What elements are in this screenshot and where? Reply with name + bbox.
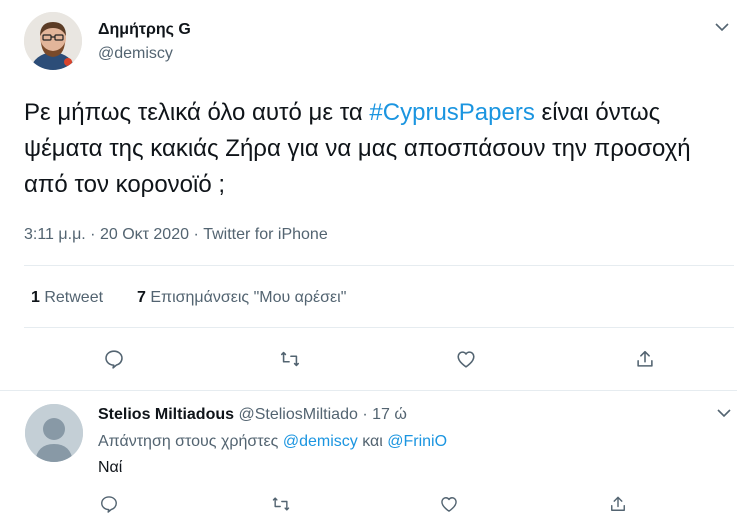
reply-author-name[interactable]: Stelios Miltiadous (98, 406, 234, 423)
chevron-down-icon[interactable] (713, 18, 731, 41)
hashtag-link[interactable]: #CyprusPapers (369, 99, 534, 126)
reply-avatar[interactable] (25, 404, 83, 462)
share-button[interactable] (605, 491, 631, 517)
reply-button[interactable] (101, 346, 127, 372)
retweet-arrows-icon (272, 497, 290, 511)
share-upload-icon (611, 496, 625, 511)
retweet-count: 1 (31, 289, 40, 306)
chevron-down-icon[interactable] (715, 404, 733, 427)
mention-link[interactable]: @demiscy (283, 433, 358, 450)
retweet-stat[interactable]: 1 Retweet (31, 289, 103, 307)
retweet-button[interactable] (268, 491, 294, 517)
replying-to-prefix: Απάντηση στους χρήστες (98, 433, 283, 450)
heart-icon (457, 351, 475, 368)
author-name[interactable]: Δημήτρης G (98, 21, 191, 39)
share-button[interactable] (632, 346, 658, 372)
tweet-timestamp[interactable]: 3:11 μ.μ. · 20 Οκτ 2020 · Twitter for iP… (24, 226, 328, 244)
speech-bubble-icon (101, 496, 117, 513)
reply-author-handle[interactable]: @SteliosMiltiado (238, 406, 357, 423)
reply-time[interactable]: · 17 ώ (362, 406, 407, 423)
replying-to: Απάντηση στους χρήστες @demiscy και @Fri… (98, 433, 447, 451)
like-button[interactable] (453, 346, 479, 372)
share-upload-icon (637, 350, 653, 367)
speech-bubble-icon (105, 350, 123, 369)
heart-icon (441, 497, 457, 512)
divider (24, 265, 734, 266)
author-handle[interactable]: @demiscy (98, 45, 173, 63)
reply-header: Stelios Miltiadous @SteliosMiltiado · 17… (98, 406, 407, 424)
reply-text: Ναί (98, 459, 123, 476)
like-label: Επισημάνσεις "Μου αρέσει" (145, 289, 347, 306)
retweet-button[interactable] (277, 346, 303, 372)
author-avatar[interactable] (24, 12, 82, 70)
like-button[interactable] (436, 491, 462, 517)
mention-link[interactable]: @FriniO (387, 433, 447, 450)
divider (24, 327, 734, 328)
retweet-label: Retweet (39, 289, 104, 306)
reply-button[interactable] (96, 491, 122, 517)
retweet-arrows-icon (280, 351, 300, 367)
like-count: 7 (137, 289, 146, 306)
divider (0, 390, 737, 391)
like-stat[interactable]: 7 Επισημάνσεις "Μου αρέσει" (137, 289, 346, 307)
tweet-text-part: Ρε μήπως τελικά όλο αυτό με τα (24, 99, 370, 126)
tweet-text: Ρε μήπως τελικά όλο αυτό με τα #CyprusPa… (24, 95, 724, 203)
replying-to-join: και (357, 433, 388, 450)
